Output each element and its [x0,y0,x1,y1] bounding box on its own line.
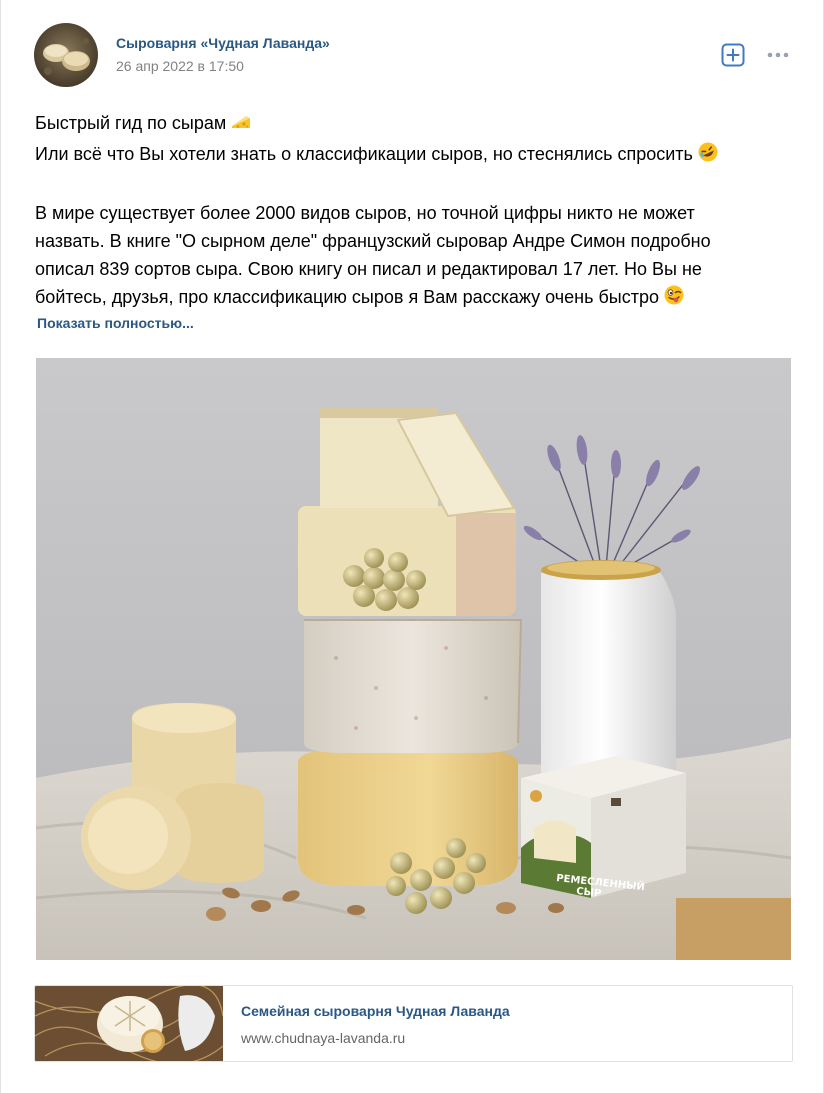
post-text-line: В мире существует более 2000 видов сыров… [35,203,695,223]
link-snippet[interactable]: Семейная сыроварня Чудная Лаванда www.ch… [34,985,793,1062]
snippet-thumbnail [35,986,223,1061]
snippet-url[interactable]: www.chudnaya-lavanda.ru [241,1030,405,1046]
post-text-line: Быстрый гид по сырам [35,109,785,140]
show-more-link[interactable]: Показать полностью... [37,315,194,331]
post-photo[interactable]: РЕМЕСЛЕННЫЙ СЫР [36,358,791,960]
post-text-line: описал 839 сортов сыра. Свою книгу он пи… [35,259,702,279]
rofl-emoji [697,141,719,171]
cheese-emoji [230,112,252,140]
author-avatar[interactable] [34,23,98,87]
post-text: Быстрый гид по сырам Или всё что Вы хоте… [35,109,785,314]
winking-tongue-emoji [663,284,685,314]
plus-square-icon[interactable] [721,43,745,67]
author-name[interactable]: Сыроварня «Чудная Лаванда» [116,35,330,51]
snippet-title[interactable]: Семейная сыроварня Чудная Лаванда [241,1003,510,1019]
post-date[interactable]: 26 апр 2022 в 17:50 [116,58,244,74]
post-text-line: назвать. В книге "О сырном деле" француз… [35,231,711,251]
more-dots-icon[interactable] [765,48,791,60]
card-left-border [0,0,1,1093]
post-text-line: бойтесь, друзья, про классификацию сыров… [35,283,785,314]
post-card: Сыроварня «Чудная Лаванда» 26 апр 2022 в… [0,0,824,1093]
post-text-line: Или всё что Вы хотели знать о классифика… [35,140,785,171]
